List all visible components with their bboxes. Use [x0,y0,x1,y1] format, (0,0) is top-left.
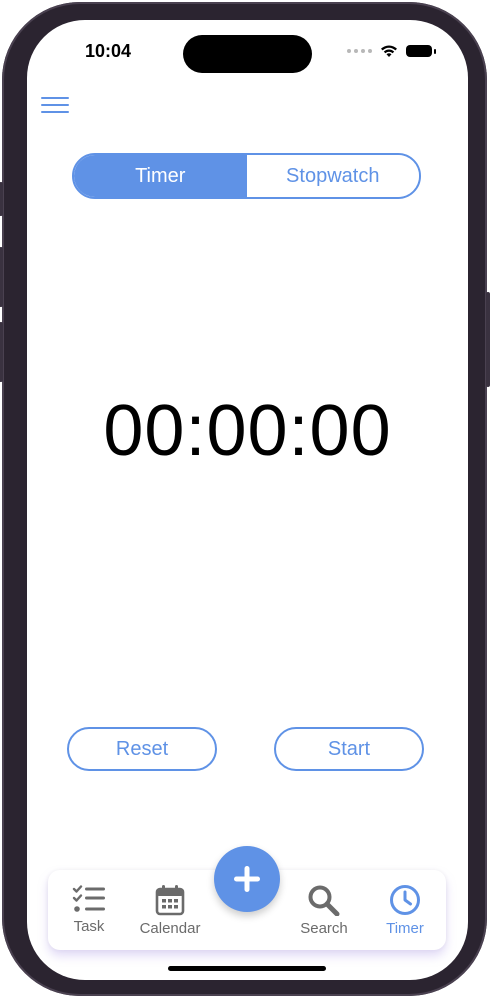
task-list-icon [72,885,105,912]
volume-up-button [0,247,3,307]
mode-toggle: Timer Stopwatch [72,153,421,199]
add-button[interactable] [214,846,280,912]
signal-icon [347,49,372,53]
battery-icon [406,45,436,57]
wifi-icon [381,45,397,57]
tab-timer-label: Timer [386,920,424,937]
dynamic-island [183,35,312,73]
hamburger-menu-icon[interactable] [41,95,71,117]
tab-calendar[interactable]: Calendar [136,870,204,950]
status-time: 10:04 [85,41,132,61]
reset-button[interactable]: Reset [67,727,217,771]
power-button [486,292,490,387]
plus-icon [234,866,260,892]
tab-search-label: Search [300,920,348,937]
tab-task-label: Task [73,918,105,935]
tab-timer-mode[interactable]: Timer [74,155,247,197]
clock-icon [390,885,420,915]
action-button [0,182,3,216]
tab-calendar-label: Calendar [139,920,201,937]
tab-search[interactable]: Search [295,870,353,950]
calendar-icon [155,885,185,916]
tab-task[interactable]: Task [64,870,114,950]
timer-display: 00:00:00 [103,391,392,471]
start-button[interactable]: Start [274,727,424,771]
status-icons [347,44,436,58]
tab-timer[interactable]: Timer [380,870,430,950]
tab-stopwatch-mode[interactable]: Stopwatch [246,155,419,197]
search-icon [308,885,340,916]
phone-frame: 10:04 Timer Stopwatch 00:00:00 Reset Sta… [0,2,490,996]
volume-down-button [0,322,3,382]
app-screen: 10:04 Timer Stopwatch 00:00:00 Reset Sta… [27,20,468,980]
home-indicator[interactable] [168,966,326,971]
